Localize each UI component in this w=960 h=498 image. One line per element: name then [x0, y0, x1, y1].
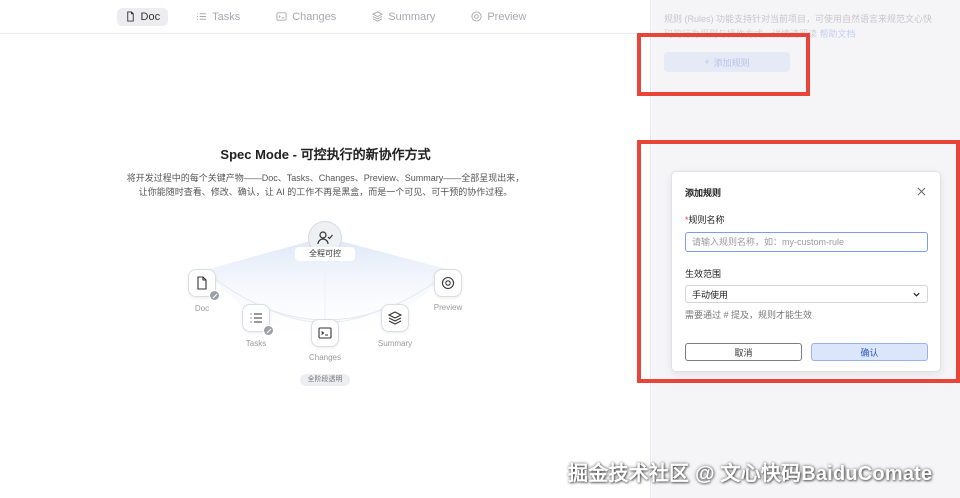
layers-icon	[372, 11, 384, 22]
main-panel: Doc Tasks Changes Summary Preview Spec M…	[0, 0, 651, 498]
add-rule-dialog: 添加规则 *规则名称 生效范围 手动使用 需要通过 # 提及，规则才能生效 取消…	[671, 171, 941, 372]
summary-node-label: Summary	[377, 339, 413, 348]
user-check-icon	[317, 231, 333, 245]
doc-icon	[126, 11, 134, 22]
tasks-node	[242, 304, 274, 336]
hero-description-line1: 将开发过程中的每个关键产物——Doc、Tasks、Changes、Preview…	[126, 173, 525, 183]
doc-node-label: Doc	[194, 304, 210, 313]
preview-node-label: Preview	[433, 303, 463, 312]
dialog-title: 添加规则	[685, 188, 722, 198]
rule-name-label: *规则名称	[685, 213, 725, 226]
terminal-icon	[318, 327, 332, 339]
tab-label: Doc	[140, 10, 161, 23]
center-label: 全程可控	[295, 247, 355, 261]
scope-select-value: 手动使用	[692, 289, 729, 300]
hero-title: Spec Mode - 可控执行的新协作方式	[220, 147, 431, 162]
list-icon	[250, 313, 262, 323]
rules-info-line1: 规则 (Rules) 功能支持针对当前项目，可使用自然语言来规范文心快	[664, 14, 933, 24]
highlight-box-add-rule	[637, 33, 810, 96]
transparency-chip: 全阶段透明	[300, 374, 350, 386]
summary-node	[381, 304, 409, 332]
rule-name-label-text: 规则名称	[688, 215, 725, 225]
tab-changes[interactable]: Changes	[268, 8, 344, 26]
tab-tasks[interactable]: Tasks	[188, 8, 248, 26]
cancel-button[interactable]: 取消	[685, 343, 802, 361]
tab-label: Summary	[388, 10, 436, 23]
tab-label: Changes	[292, 10, 337, 23]
scope-select[interactable]: 手动使用	[685, 285, 928, 303]
changes-node-label: Changes	[308, 353, 342, 362]
rule-name-input[interactable]	[685, 232, 928, 252]
workflow-diagram: 全程可控 Doc Tasks Changes Summary Preview 全…	[170, 215, 480, 390]
scope-label: 生效范围	[685, 269, 722, 279]
tasks-node-label: Tasks	[245, 339, 267, 348]
help-docs-link[interactable]: 帮助文档	[820, 29, 856, 39]
changes-node	[311, 319, 339, 347]
tab-label: Tasks	[212, 10, 241, 23]
globe-icon	[471, 11, 482, 22]
preview-node	[434, 269, 462, 297]
tab-preview[interactable]: Preview	[463, 8, 534, 26]
list-icon	[197, 13, 207, 20]
doc-node	[188, 269, 220, 301]
close-button[interactable]	[915, 185, 927, 197]
view-tabs: Doc Tasks Changes Summary Preview	[0, 0, 651, 34]
scope-hint: 需要通过 # 提及，规则才能生效	[685, 310, 813, 320]
layers-icon	[388, 311, 402, 325]
terminal-icon	[276, 12, 287, 21]
hero-description-line2: 让你能随时查看、修改、确认，让 AI 的工作不再是黑盒，而是一个可见、可干预的协…	[138, 187, 513, 197]
confirm-button[interactable]: 确认	[811, 343, 928, 361]
doc-icon	[197, 276, 207, 290]
tab-doc[interactable]: Doc	[116, 7, 169, 26]
edit-badge-icon	[209, 290, 220, 301]
tab-label: Preview	[487, 10, 527, 23]
close-icon	[917, 187, 925, 195]
watermark-text: 掘金技术社区 @ 文心快码BaiduComate	[568, 463, 933, 485]
edit-badge-icon	[263, 325, 274, 336]
chevron-down-icon	[913, 292, 920, 297]
globe-icon	[441, 276, 455, 290]
tab-summary[interactable]: Summary	[364, 8, 443, 26]
